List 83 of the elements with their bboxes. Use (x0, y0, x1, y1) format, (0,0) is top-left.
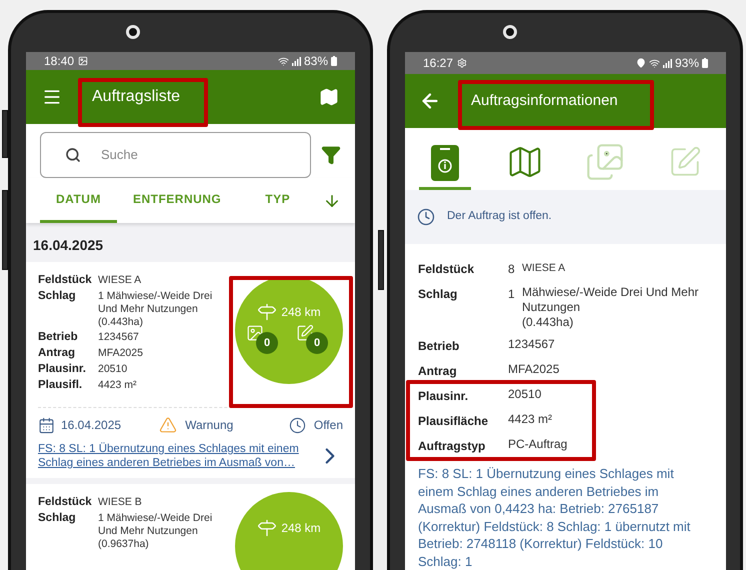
sort-tab[interactable]: DATUM (40, 178, 117, 223)
settings-icon (457, 58, 468, 68)
clock-time: 18:40 (44, 53, 74, 70)
field-area: (0.9637ha) (98, 538, 228, 551)
wifi-icon (278, 56, 289, 66)
field-value: 20510 (98, 363, 128, 376)
field-label: Schlag (38, 511, 77, 526)
detail-label: Antrag (418, 363, 458, 380)
search-input[interactable]: Suche (101, 145, 251, 165)
clock-time: 16:27 (423, 55, 454, 72)
app-bar-title: Auftragsinformationen (471, 90, 618, 111)
field-value: 4423 m² (98, 379, 138, 392)
signpost-icon (257, 518, 278, 538)
search-icon (65, 147, 81, 163)
clock-icon (288, 416, 306, 434)
battery-icon (702, 58, 708, 68)
sort-tab[interactable]: TYP (249, 178, 306, 223)
detail-number: 8 (508, 261, 516, 278)
battery-icon (331, 56, 337, 66)
date-header: 16.04.2025 (32, 236, 104, 255)
wifi-icon (648, 58, 660, 68)
order-date: 16.04.2025 (61, 417, 122, 434)
field-value: 1234567 (98, 331, 140, 344)
message-link[interactable]: FS: 8 SL: 1 Übernutzung eines Schlages mit einem Schlag eines anderen Betriebes im Ausmaß von… (38, 442, 303, 470)
detail-value: 1234567 (508, 337, 555, 352)
camera-icon (126, 25, 140, 39)
detail-label: Feldstück (418, 261, 476, 278)
signpost-icon (257, 302, 278, 322)
battery-level: 83% (304, 53, 328, 70)
detail-label: Plausinr. (418, 388, 470, 405)
search-field[interactable]: Suche (40, 132, 311, 178)
field-label: Feldstück (38, 273, 93, 288)
detail-value: MFA2025 (508, 362, 560, 377)
detail-label: Auftragstyp (418, 438, 486, 455)
field-value: 1 Mähwiese/-Weide Drei Und Mehr Nutzungen (98, 290, 214, 316)
camera-icon (503, 25, 517, 39)
filter-icon[interactable] (321, 145, 341, 165)
clipboard-info-icon (431, 142, 459, 180)
battery-level: 93% (674, 55, 699, 72)
banner-text: Der Auftrag ist offen. (447, 209, 552, 224)
field-label: Schlag (38, 289, 77, 304)
field-label: Betrieb (38, 330, 79, 345)
detail-value: Mähwiese/-Weide Drei Und Mehr Nutzungen (522, 285, 700, 315)
detail-value: WIESE A (522, 261, 566, 276)
field-label: Plausinr. (38, 362, 87, 377)
detail-value: 4423 m² (508, 412, 552, 427)
field-value: MFA2025 (98, 347, 144, 360)
detail-label: Schlag (418, 286, 458, 303)
detail-area: (0.443ha) (522, 315, 713, 330)
images-icon (585, 142, 625, 182)
distance-text: 248 km (281, 520, 321, 537)
field-area: (0.443ha) (98, 316, 228, 329)
detail-number: 1 (508, 286, 516, 303)
signal-icon (662, 58, 672, 68)
note-count: 0 (306, 332, 328, 354)
field-value: 1 Mähwiese/-Weide Drei Und Mehr Nutzungen (98, 512, 214, 538)
sort-tab[interactable]: ENTFERNUNG (116, 178, 238, 223)
image-icon (78, 56, 88, 66)
order-card[interactable]: Feldstück WIESE B Schlag 1 Mähwiese/-Weide Drei Und Mehr Nutzungen (0.9637ha) 248 km (26, 484, 355, 570)
clock-icon (417, 208, 435, 226)
photo-count: 0 (256, 332, 278, 354)
field-value: WIESE A (98, 274, 142, 287)
map-icon[interactable] (319, 87, 339, 107)
signal-icon (292, 56, 301, 66)
detail-value: 20510 (508, 387, 542, 402)
detail-label: Betrieb (418, 338, 460, 355)
image-icon (246, 324, 264, 342)
location-icon (636, 58, 646, 68)
field-value: WIESE B (98, 496, 143, 509)
message-text: FS: 8 SL: 1 Übernutzung eines Schlages mit einem Schlag eines anderen Betriebes im Ausmaß von 0,4423 ha: Betrieb: 2765187 (Korrektur) Feldstück: 8 Schlag: 1 übernutzt mit Betrieb: 2748118 (Korrektur) Feldstück: 10 Schlag: 1 (418, 465, 692, 570)
field-label: Plausifl. (38, 378, 84, 393)
edit-icon (296, 324, 314, 342)
field-label: Antrag (38, 346, 76, 361)
field-label: Feldstück (38, 495, 93, 510)
status-text: Offen (314, 417, 343, 434)
order-card[interactable] (26, 262, 355, 478)
detail-value: PC-Auftrag (508, 437, 568, 452)
warning-text: Warnung (185, 417, 234, 434)
distance-text: 248 km (281, 304, 321, 321)
detail-label: Plausifläche (418, 413, 490, 430)
app-bar-title: Auftragsliste (92, 87, 180, 107)
calendar-icon (38, 416, 55, 434)
warning-icon (159, 416, 178, 434)
